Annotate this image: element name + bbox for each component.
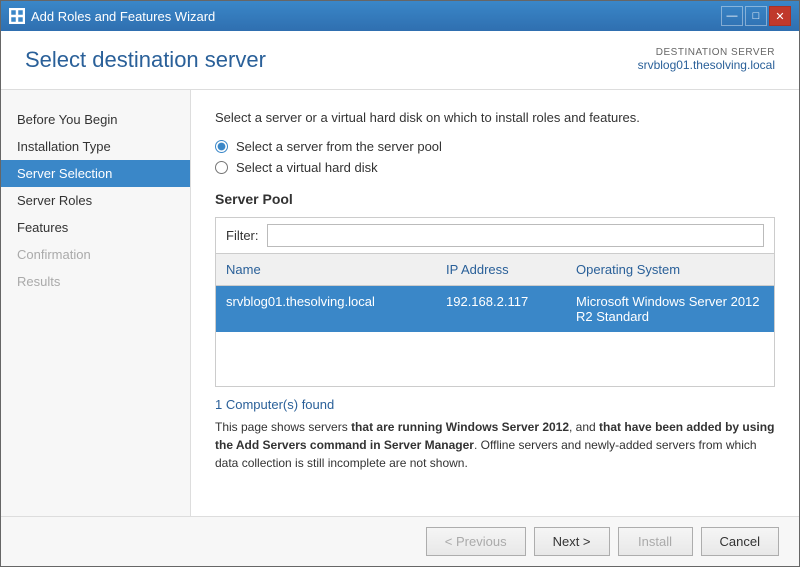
previous-button[interactable]: < Previous [426, 527, 526, 556]
radio-vhd[interactable]: Select a virtual hard disk [215, 160, 775, 175]
destination-label: DESTINATION SERVER [638, 47, 775, 58]
titlebar-left: Add Roles and Features Wizard [9, 8, 215, 24]
cancel-button[interactable]: Cancel [701, 527, 779, 556]
radio-server-pool-label: Select a server from the server pool [236, 139, 442, 154]
page-title: Select destination server [25, 47, 266, 73]
instruction-text: Select a server or a virtual hard disk o… [215, 110, 775, 125]
window-title: Add Roles and Features Wizard [31, 9, 215, 24]
cell-name: srvblog01.thesolving.local [216, 291, 436, 327]
sidebar-item-features[interactable]: Features [1, 214, 190, 241]
filter-label: Filter: [226, 228, 259, 243]
titlebar: Add Roles and Features Wizard — □ ✕ [1, 1, 799, 31]
info-text: This page shows servers that are running… [215, 418, 775, 472]
radio-group: Select a server from the server pool Sel… [215, 139, 775, 175]
cell-os: Microsoft Windows Server 2012 R2 Standar… [566, 291, 774, 327]
content-area: Before You BeginInstallation TypeServer … [1, 90, 799, 516]
table-body: srvblog01.thesolving.local 192.168.2.117… [216, 286, 774, 386]
table-row[interactable]: srvblog01.thesolving.local 192.168.2.117… [216, 286, 774, 332]
maximize-button[interactable]: □ [745, 6, 767, 26]
destination-value: srvblog01.thesolving.local [638, 58, 775, 72]
filter-input[interactable] [267, 224, 765, 247]
close-button[interactable]: ✕ [769, 6, 791, 26]
destination-server: DESTINATION SERVER srvblog01.thesolving.… [638, 47, 775, 72]
radio-server-pool-input[interactable] [215, 140, 228, 153]
sidebar-item-confirmation: Confirmation [1, 241, 190, 268]
app-icon [9, 8, 25, 24]
header-banner: Select destination server DESTINATION SE… [1, 31, 799, 90]
column-header-ip: IP Address [436, 258, 566, 281]
sidebar-item-before-you-begin[interactable]: Before You Begin [1, 106, 190, 133]
sidebar-item-server-roles[interactable]: Server Roles [1, 187, 190, 214]
minimize-button[interactable]: — [721, 6, 743, 26]
sidebar-item-results: Results [1, 268, 190, 295]
table-header: Name IP Address Operating System [216, 254, 774, 286]
sidebar-item-installation-type[interactable]: Installation Type [1, 133, 190, 160]
radio-server-pool[interactable]: Select a server from the server pool [215, 139, 775, 154]
main-content: Select a server or a virtual hard disk o… [191, 90, 799, 516]
server-pool-title: Server Pool [215, 191, 775, 207]
sidebar: Before You BeginInstallation TypeServer … [1, 90, 191, 516]
titlebar-buttons: — □ ✕ [721, 6, 791, 26]
radio-vhd-label: Select a virtual hard disk [236, 160, 378, 175]
radio-vhd-input[interactable] [215, 161, 228, 174]
window: Add Roles and Features Wizard — □ ✕ Sele… [0, 0, 800, 567]
server-pool-box: Filter: Name IP Address Operating System… [215, 217, 775, 387]
sidebar-item-server-selection[interactable]: Server Selection [1, 160, 190, 187]
column-header-name: Name [216, 258, 436, 281]
found-text: 1 Computer(s) found [215, 397, 775, 412]
footer: < Previous Next > Install Cancel [1, 516, 799, 566]
next-button[interactable]: Next > [534, 527, 610, 556]
filter-row: Filter: [216, 218, 774, 254]
column-header-os: Operating System [566, 258, 774, 281]
install-button[interactable]: Install [618, 527, 693, 556]
cell-ip: 192.168.2.117 [436, 291, 566, 327]
